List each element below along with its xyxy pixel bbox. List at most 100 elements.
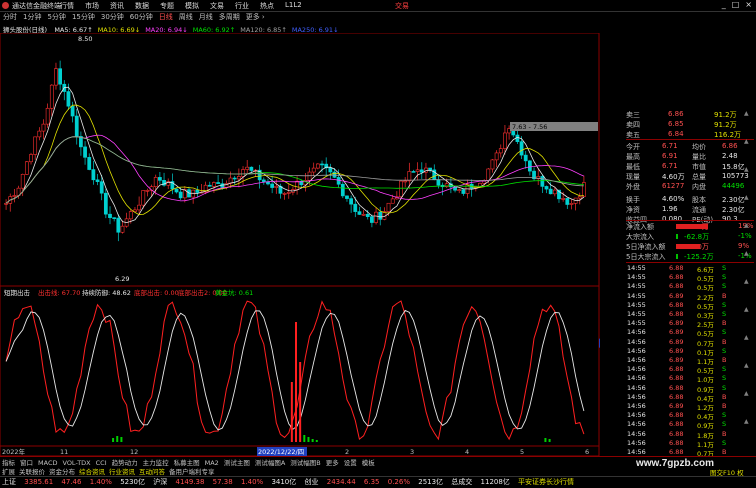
indicator-legend-item: 底部出击: 0.00	[134, 288, 179, 297]
menu-item[interactable]: 热点	[260, 1, 285, 11]
candle-body	[498, 148, 503, 154]
trade-price: 6.89	[669, 402, 684, 410]
extension-tab[interactable]: 备用户端利专享	[169, 468, 215, 476]
flow-value: -125.2万	[684, 253, 714, 261]
trade-time: 14:56	[627, 365, 646, 374]
side-arrow-icon[interactable]: ▲	[744, 362, 749, 369]
period-tab[interactable]: 分时	[3, 12, 17, 22]
candle-body	[340, 183, 345, 197]
candle-body	[428, 167, 432, 171]
stat-value: 61277	[662, 182, 685, 190]
flow-label: 大宗流入	[626, 233, 654, 241]
side-arrow-icon[interactable]: ▲	[744, 250, 749, 257]
trade-direction: S	[722, 438, 727, 447]
flow-percent: 9%	[738, 242, 750, 250]
menu-item[interactable]: 行情	[60, 1, 85, 11]
high-price-label: 8.50	[78, 35, 92, 43]
stat-label: 流通	[692, 206, 706, 214]
side-arrow-icon[interactable]: ▲	[744, 306, 749, 313]
side-arrow-icon[interactable]: ▲	[744, 166, 749, 173]
side-arrow-icon[interactable]: ▲	[744, 418, 749, 425]
candle-body	[195, 189, 200, 193]
trade-direction: S	[722, 346, 727, 355]
trade-price: 6.88	[669, 429, 684, 438]
ask-price: 6.86	[668, 110, 684, 118]
ask-row: 卖四 6.85 91.2万	[626, 120, 754, 130]
trade-direction: B	[722, 448, 727, 456]
candle-body	[311, 167, 316, 173]
minimize-icon[interactable]: _	[722, 0, 726, 9]
period-tab[interactable]: 多周期	[219, 12, 240, 22]
golden-pit-bar	[548, 439, 551, 442]
period-tab[interactable]: 月线	[199, 12, 213, 22]
period-tab[interactable]: 5分钟	[47, 12, 65, 22]
indicator-name: 短期出击	[4, 288, 31, 297]
maximize-icon[interactable]: □	[732, 0, 740, 9]
menu-item[interactable]: 资讯	[110, 1, 135, 11]
quote-separator	[626, 139, 754, 140]
trade-button[interactable]: 交易	[395, 1, 409, 11]
period-tab[interactable]: 15分钟	[72, 12, 95, 22]
close-icon[interactable]: ×	[745, 0, 752, 9]
candle-body	[503, 132, 507, 149]
window-controls: _ □ ×	[722, 0, 752, 9]
trade-row: 14:56 6.89 1.1万 B	[627, 356, 755, 366]
candle-body	[95, 179, 100, 182]
chart-area[interactable]: 7.807.607.407.207.006.806.606.408.506.29…	[0, 33, 600, 456]
menu-item[interactable]: 专题	[160, 1, 185, 11]
golden-pit-bar	[315, 440, 318, 442]
side-arrow-icon[interactable]: ▲	[744, 278, 749, 285]
extension-tab[interactable]: 综合资讯	[79, 468, 105, 476]
candle-body	[212, 182, 216, 187]
side-arrow-icon[interactable]: ▲	[744, 194, 749, 201]
period-tab[interactable]: 更多 ›	[246, 12, 265, 22]
menu-item[interactable]: 文易	[210, 1, 235, 11]
candle-body	[4, 203, 8, 205]
trade-row: 14:56 6.88 1.1万 S	[627, 438, 755, 449]
stat-row: 今开 6.71 均价 6.86	[626, 142, 754, 152]
menu-item[interactable]: 行业	[235, 1, 260, 11]
candle-body	[241, 169, 245, 177]
side-arrow-icon[interactable]: ▲	[744, 110, 749, 117]
stat-row: 净资 1.96 流通 2.30亿	[626, 205, 754, 215]
trade-price: 6.89	[669, 291, 684, 300]
period-tab[interactable]: 周线	[179, 12, 193, 22]
menu-item[interactable]: 模拟	[185, 1, 210, 11]
candle-body	[486, 168, 491, 181]
extension-tab[interactable]: 资金分布	[49, 468, 75, 476]
menu-item[interactable]: 数据	[135, 1, 160, 11]
menu-item[interactable]: L1L2	[285, 1, 310, 11]
extension-tab[interactable]: 扩展	[2, 468, 15, 476]
candle-body	[20, 174, 25, 189]
period-tab[interactable]: 60分钟	[130, 12, 153, 22]
trade-row: 14:56 6.88 0.4万 B	[627, 393, 755, 403]
date-tick: 4	[465, 448, 469, 456]
stat-label: 现量	[626, 173, 640, 181]
side-arrow-icon[interactable]: ▲	[744, 334, 749, 341]
extension-tab[interactable]: 关联报价	[19, 468, 45, 476]
trade-time: 14:56	[627, 337, 646, 346]
stat-label: 市值	[692, 163, 706, 171]
trade-row: 14:55 6.88 0.5万 S	[627, 273, 755, 283]
side-arrow-icon[interactable]: ▲	[744, 222, 749, 229]
candle-body	[261, 179, 266, 182]
period-tab[interactable]: 30分钟	[101, 12, 124, 22]
quote-separator	[626, 220, 754, 221]
trade-row: 14:56 6.89 1.2万 B	[627, 402, 755, 412]
trade-direction: B	[722, 319, 727, 328]
menu-item[interactable]: 市场	[85, 1, 110, 11]
side-arrow-icon[interactable]: ▲	[744, 138, 749, 145]
candle-body	[494, 152, 499, 161]
sh-index-value: 3385.61	[24, 478, 54, 486]
extension-tab[interactable]: 互动问答	[139, 468, 165, 476]
candle-body	[345, 195, 349, 199]
period-tab[interactable]: 日线	[159, 12, 173, 22]
side-arrow-icon[interactable]: ▲	[744, 390, 749, 397]
trade-row: 14:55 6.88 6.6万 S	[627, 264, 755, 274]
candle-body	[407, 171, 412, 182]
low-price-label: 6.29	[115, 275, 129, 283]
date-tick: 3	[410, 448, 414, 456]
extension-tab[interactable]: 行业资讯	[109, 468, 135, 476]
cy-index-amount: 2513亿	[418, 478, 444, 486]
period-tab[interactable]: 1分钟	[23, 12, 41, 22]
